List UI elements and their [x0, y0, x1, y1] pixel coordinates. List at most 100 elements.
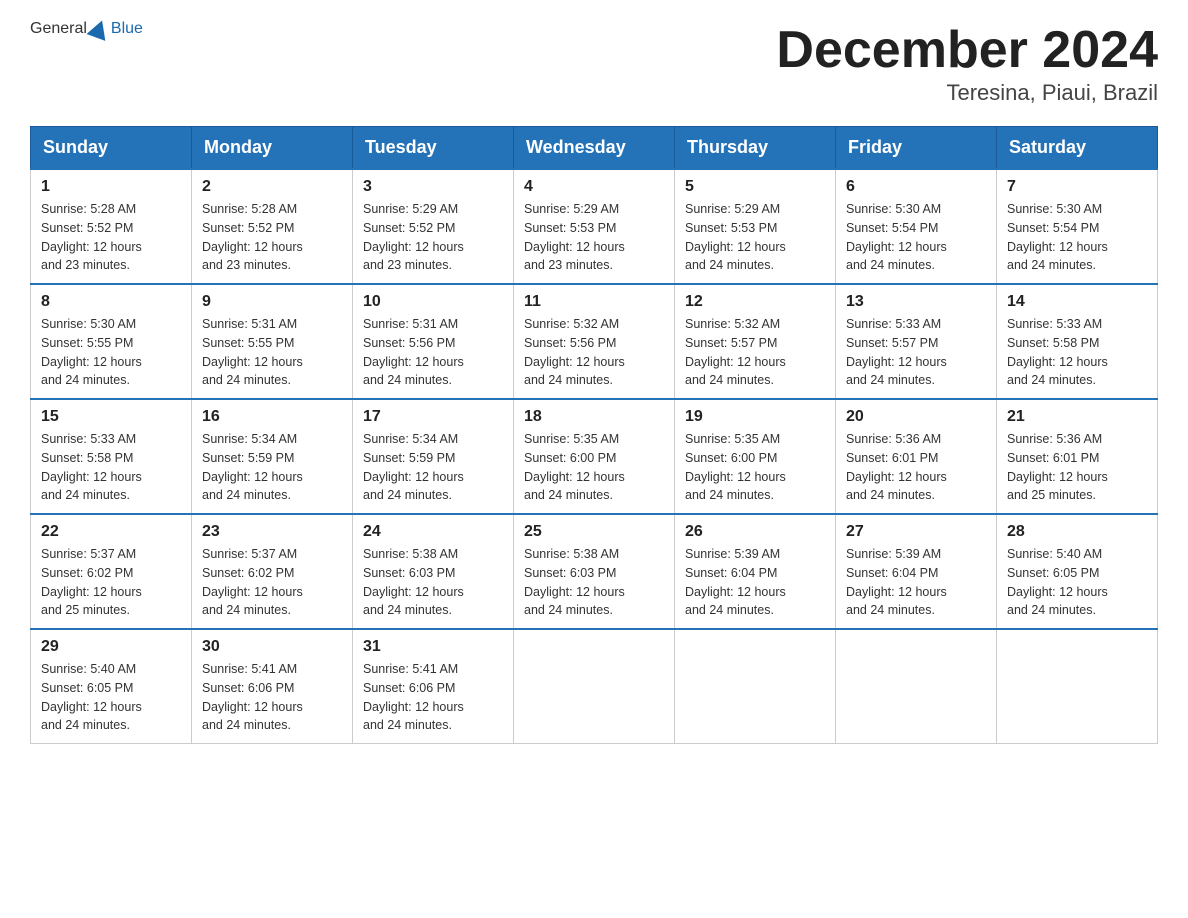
header-tuesday: Tuesday [353, 127, 514, 170]
day-number: 24 [363, 523, 503, 541]
table-row: 7 Sunrise: 5:30 AM Sunset: 5:54 PM Dayli… [997, 169, 1158, 284]
day-info: Sunrise: 5:30 AM Sunset: 5:54 PM Dayligh… [846, 200, 986, 275]
day-info: Sunrise: 5:35 AM Sunset: 6:00 PM Dayligh… [685, 430, 825, 505]
location-title: Teresina, Piaui, Brazil [776, 80, 1158, 106]
day-number: 30 [202, 638, 342, 656]
day-info: Sunrise: 5:31 AM Sunset: 5:55 PM Dayligh… [202, 315, 342, 390]
table-row: 12 Sunrise: 5:32 AM Sunset: 5:57 PM Dayl… [675, 284, 836, 399]
day-info: Sunrise: 5:33 AM Sunset: 5:58 PM Dayligh… [1007, 315, 1147, 390]
table-row [836, 629, 997, 744]
calendar-week-row: 1 Sunrise: 5:28 AM Sunset: 5:52 PM Dayli… [31, 169, 1158, 284]
table-row: 4 Sunrise: 5:29 AM Sunset: 5:53 PM Dayli… [514, 169, 675, 284]
day-number: 8 [41, 293, 181, 311]
day-info: Sunrise: 5:28 AM Sunset: 5:52 PM Dayligh… [41, 200, 181, 275]
calendar-week-row: 22 Sunrise: 5:37 AM Sunset: 6:02 PM Dayl… [31, 514, 1158, 629]
table-row: 27 Sunrise: 5:39 AM Sunset: 6:04 PM Dayl… [836, 514, 997, 629]
day-number: 31 [363, 638, 503, 656]
header-monday: Monday [192, 127, 353, 170]
day-number: 13 [846, 293, 986, 311]
day-info: Sunrise: 5:34 AM Sunset: 5:59 PM Dayligh… [363, 430, 503, 505]
day-info: Sunrise: 5:38 AM Sunset: 6:03 PM Dayligh… [524, 545, 664, 620]
day-info: Sunrise: 5:38 AM Sunset: 6:03 PM Dayligh… [363, 545, 503, 620]
table-row: 19 Sunrise: 5:35 AM Sunset: 6:00 PM Dayl… [675, 399, 836, 514]
header-saturday: Saturday [997, 127, 1158, 170]
day-info: Sunrise: 5:29 AM Sunset: 5:53 PM Dayligh… [524, 200, 664, 275]
day-info: Sunrise: 5:37 AM Sunset: 6:02 PM Dayligh… [41, 545, 181, 620]
header-sunday: Sunday [31, 127, 192, 170]
day-number: 21 [1007, 408, 1147, 426]
table-row: 15 Sunrise: 5:33 AM Sunset: 5:58 PM Dayl… [31, 399, 192, 514]
day-number: 11 [524, 293, 664, 311]
day-number: 26 [685, 523, 825, 541]
day-number: 22 [41, 523, 181, 541]
calendar-week-row: 8 Sunrise: 5:30 AM Sunset: 5:55 PM Dayli… [31, 284, 1158, 399]
day-info: Sunrise: 5:30 AM Sunset: 5:54 PM Dayligh… [1007, 200, 1147, 275]
table-row: 1 Sunrise: 5:28 AM Sunset: 5:52 PM Dayli… [31, 169, 192, 284]
day-number: 7 [1007, 178, 1147, 196]
day-number: 27 [846, 523, 986, 541]
day-number: 6 [846, 178, 986, 196]
day-number: 2 [202, 178, 342, 196]
logo: General Blue [30, 20, 143, 38]
table-row: 3 Sunrise: 5:29 AM Sunset: 5:52 PM Dayli… [353, 169, 514, 284]
day-info: Sunrise: 5:35 AM Sunset: 6:00 PM Dayligh… [524, 430, 664, 505]
logo-general-text: General [30, 20, 87, 38]
table-row: 8 Sunrise: 5:30 AM Sunset: 5:55 PM Dayli… [31, 284, 192, 399]
day-info: Sunrise: 5:33 AM Sunset: 5:57 PM Dayligh… [846, 315, 986, 390]
day-info: Sunrise: 5:32 AM Sunset: 5:57 PM Dayligh… [685, 315, 825, 390]
table-row: 16 Sunrise: 5:34 AM Sunset: 5:59 PM Dayl… [192, 399, 353, 514]
table-row: 11 Sunrise: 5:32 AM Sunset: 5:56 PM Dayl… [514, 284, 675, 399]
day-info: Sunrise: 5:36 AM Sunset: 6:01 PM Dayligh… [846, 430, 986, 505]
day-number: 14 [1007, 293, 1147, 311]
table-row: 21 Sunrise: 5:36 AM Sunset: 6:01 PM Dayl… [997, 399, 1158, 514]
title-area: December 2024 Teresina, Piaui, Brazil [776, 20, 1158, 106]
table-row: 20 Sunrise: 5:36 AM Sunset: 6:01 PM Dayl… [836, 399, 997, 514]
day-info: Sunrise: 5:40 AM Sunset: 6:05 PM Dayligh… [41, 660, 181, 735]
table-row [675, 629, 836, 744]
table-row: 9 Sunrise: 5:31 AM Sunset: 5:55 PM Dayli… [192, 284, 353, 399]
calendar-week-row: 15 Sunrise: 5:33 AM Sunset: 5:58 PM Dayl… [31, 399, 1158, 514]
day-info: Sunrise: 5:28 AM Sunset: 5:52 PM Dayligh… [202, 200, 342, 275]
day-info: Sunrise: 5:41 AM Sunset: 6:06 PM Dayligh… [202, 660, 342, 735]
day-info: Sunrise: 5:37 AM Sunset: 6:02 PM Dayligh… [202, 545, 342, 620]
table-row [997, 629, 1158, 744]
day-info: Sunrise: 5:39 AM Sunset: 6:04 PM Dayligh… [685, 545, 825, 620]
page-header: General Blue December 2024 Teresina, Pia… [30, 20, 1158, 106]
table-row: 26 Sunrise: 5:39 AM Sunset: 6:04 PM Dayl… [675, 514, 836, 629]
header-thursday: Thursday [675, 127, 836, 170]
day-number: 4 [524, 178, 664, 196]
day-number: 1 [41, 178, 181, 196]
table-row: 17 Sunrise: 5:34 AM Sunset: 5:59 PM Dayl… [353, 399, 514, 514]
day-number: 23 [202, 523, 342, 541]
day-number: 29 [41, 638, 181, 656]
table-row: 5 Sunrise: 5:29 AM Sunset: 5:53 PM Dayli… [675, 169, 836, 284]
day-number: 20 [846, 408, 986, 426]
day-number: 9 [202, 293, 342, 311]
table-row: 6 Sunrise: 5:30 AM Sunset: 5:54 PM Dayli… [836, 169, 997, 284]
day-info: Sunrise: 5:40 AM Sunset: 6:05 PM Dayligh… [1007, 545, 1147, 620]
table-row: 29 Sunrise: 5:40 AM Sunset: 6:05 PM Dayl… [31, 629, 192, 744]
day-number: 16 [202, 408, 342, 426]
day-number: 19 [685, 408, 825, 426]
logo-blue-text: Blue [111, 20, 143, 38]
table-row: 22 Sunrise: 5:37 AM Sunset: 6:02 PM Dayl… [31, 514, 192, 629]
day-number: 5 [685, 178, 825, 196]
day-info: Sunrise: 5:29 AM Sunset: 5:52 PM Dayligh… [363, 200, 503, 275]
table-row: 23 Sunrise: 5:37 AM Sunset: 6:02 PM Dayl… [192, 514, 353, 629]
table-row: 30 Sunrise: 5:41 AM Sunset: 6:06 PM Dayl… [192, 629, 353, 744]
table-row: 31 Sunrise: 5:41 AM Sunset: 6:06 PM Dayl… [353, 629, 514, 744]
day-number: 17 [363, 408, 503, 426]
day-info: Sunrise: 5:31 AM Sunset: 5:56 PM Dayligh… [363, 315, 503, 390]
day-number: 3 [363, 178, 503, 196]
day-info: Sunrise: 5:39 AM Sunset: 6:04 PM Dayligh… [846, 545, 986, 620]
day-number: 10 [363, 293, 503, 311]
table-row: 14 Sunrise: 5:33 AM Sunset: 5:58 PM Dayl… [997, 284, 1158, 399]
table-row: 13 Sunrise: 5:33 AM Sunset: 5:57 PM Dayl… [836, 284, 997, 399]
day-number: 25 [524, 523, 664, 541]
header-friday: Friday [836, 127, 997, 170]
table-row [514, 629, 675, 744]
day-info: Sunrise: 5:32 AM Sunset: 5:56 PM Dayligh… [524, 315, 664, 390]
table-row: 10 Sunrise: 5:31 AM Sunset: 5:56 PM Dayl… [353, 284, 514, 399]
calendar-header-row: Sunday Monday Tuesday Wednesday Thursday… [31, 127, 1158, 170]
table-row: 24 Sunrise: 5:38 AM Sunset: 6:03 PM Dayl… [353, 514, 514, 629]
